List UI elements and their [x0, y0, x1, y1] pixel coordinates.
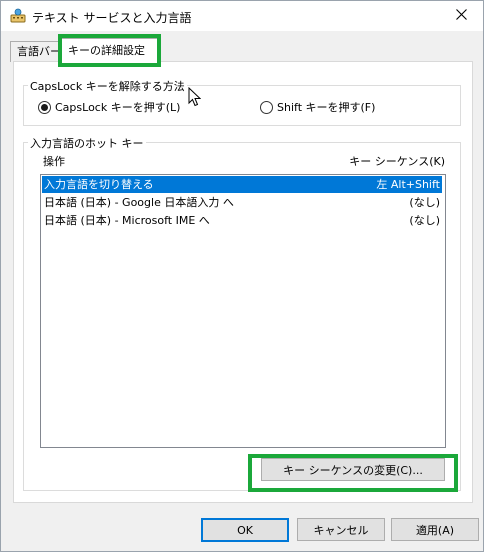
hotkey-list[interactable]: 入力言語を切り替える 左 Alt+Shift 日本語 (日本) - Google…	[40, 174, 446, 448]
cancel-button[interactable]: キャンセル	[297, 518, 385, 541]
hotkey-group-label: 入力言語のホット キー	[28, 135, 146, 151]
hotkey-row[interactable]: 入力言語を切り替える 左 Alt+Shift	[42, 176, 442, 193]
radio-label: Shift キーを押す(F)	[277, 101, 376, 114]
ok-button[interactable]: OK	[201, 518, 289, 542]
change-key-sequence-button[interactable]: キー シーケンスの変更(C)...	[261, 458, 445, 481]
radio-unselected-icon	[260, 100, 273, 114]
close-icon	[455, 9, 467, 23]
hotkey-sequence: 左 Alt+Shift	[376, 178, 440, 191]
title-bar: テキスト サービスと入力言語	[1, 1, 483, 31]
tab-label: 言語バー	[17, 45, 61, 58]
radio-label: CapsLock キーを押す(L)	[55, 101, 181, 114]
radio-capslock[interactable]: CapsLock キーを押す(L)	[38, 99, 180, 115]
hotkey-action: 日本語 (日本) - Google 日本語入力 へ	[44, 196, 234, 209]
close-button[interactable]	[439, 1, 483, 31]
window-title: テキスト サービスと入力言語	[32, 11, 192, 25]
keyboard-app-icon	[10, 8, 26, 24]
column-header-sequence: キー シーケンス(K)	[349, 155, 445, 168]
hotkey-sequence: (なし)	[409, 196, 440, 209]
radio-shift[interactable]: Shift キーを押す(F)	[260, 99, 375, 115]
tab-panel: CapsLock キーを解除する方法 CapsLock キーを押す(L) Shi…	[13, 61, 473, 503]
tab-language-bar[interactable]: 言語バー	[10, 41, 64, 62]
mouse-pointer-icon	[188, 86, 202, 110]
capslock-group-label: CapsLock キーを解除する方法	[28, 78, 187, 94]
dialog-window: テキスト サービスと入力言語 言語バー キーの詳細設定 CapsLock キーを…	[0, 0, 484, 552]
hotkey-action: 入力言語を切り替える	[44, 178, 154, 191]
tab-label: キーの詳細設定	[68, 44, 145, 57]
hotkey-row[interactable]: 日本語 (日本) - Google 日本語入力 へ (なし)	[42, 194, 442, 211]
apply-button[interactable]: 適用(A)	[391, 518, 479, 541]
tab-advanced-key-settings[interactable]: キーの詳細設定	[61, 38, 159, 63]
column-header-action: 操作	[43, 155, 65, 168]
hotkey-sequence: (なし)	[409, 214, 440, 227]
hotkey-action: 日本語 (日本) - Microsoft IME へ	[44, 214, 210, 227]
radio-selected-icon	[38, 100, 51, 114]
hotkey-row[interactable]: 日本語 (日本) - Microsoft IME へ (なし)	[42, 212, 442, 229]
